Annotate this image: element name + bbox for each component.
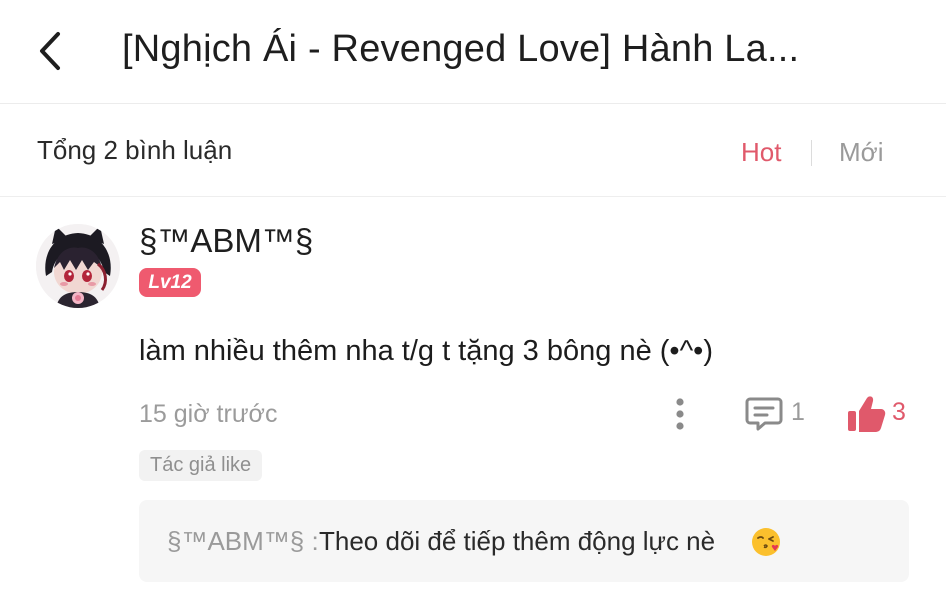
reply-preview[interactable]: §™ABM™§ : Theo dõi để tiếp thêm động lực… [139, 500, 909, 582]
chevron-left-icon [40, 32, 60, 70]
more-options-button[interactable] [670, 396, 690, 432]
reply-count: 1 [791, 398, 805, 426]
comment-username[interactable]: §™ABM™§ [139, 222, 313, 260]
like-count: 3 [892, 398, 906, 426]
comment-total: Tổng 2 bình luận [37, 135, 233, 165]
avatar-image [36, 224, 120, 308]
comments-screen: [Nghịch Ái - Revenged Love] Hành La... T… [0, 0, 946, 600]
page-title: [Nghịch Ái - Revenged Love] Hành La... [122, 28, 800, 70]
reply-username: §™ABM™§ : [167, 526, 319, 556]
comment-body: làm nhiều thêm nha t/g t tặng 3 bông nè … [139, 335, 713, 367]
avatar[interactable] [36, 224, 120, 308]
sort-hot-tab[interactable]: Hot [741, 137, 781, 168]
sort-divider [811, 140, 812, 166]
reply-body: Theo dõi để tiếp thêm động lực nè [319, 526, 716, 556]
like-button[interactable]: 3 [846, 394, 916, 434]
more-vertical-icon [676, 398, 684, 430]
level-badge: Lv12 [139, 268, 201, 297]
sort-new-tab[interactable]: Mới [839, 137, 883, 168]
thumbs-up-icon [848, 396, 886, 432]
top-bar: [Nghịch Ái - Revenged Love] Hành La... [0, 0, 946, 104]
back-button[interactable] [30, 26, 74, 76]
comment-timestamp: 15 giờ trước [139, 400, 278, 428]
author-like-badge: Tác giả like [139, 450, 263, 481]
face-blowing-kiss-icon [752, 528, 780, 556]
comment-bubble-icon [745, 397, 783, 431]
reply-button[interactable]: 1 [745, 396, 815, 432]
